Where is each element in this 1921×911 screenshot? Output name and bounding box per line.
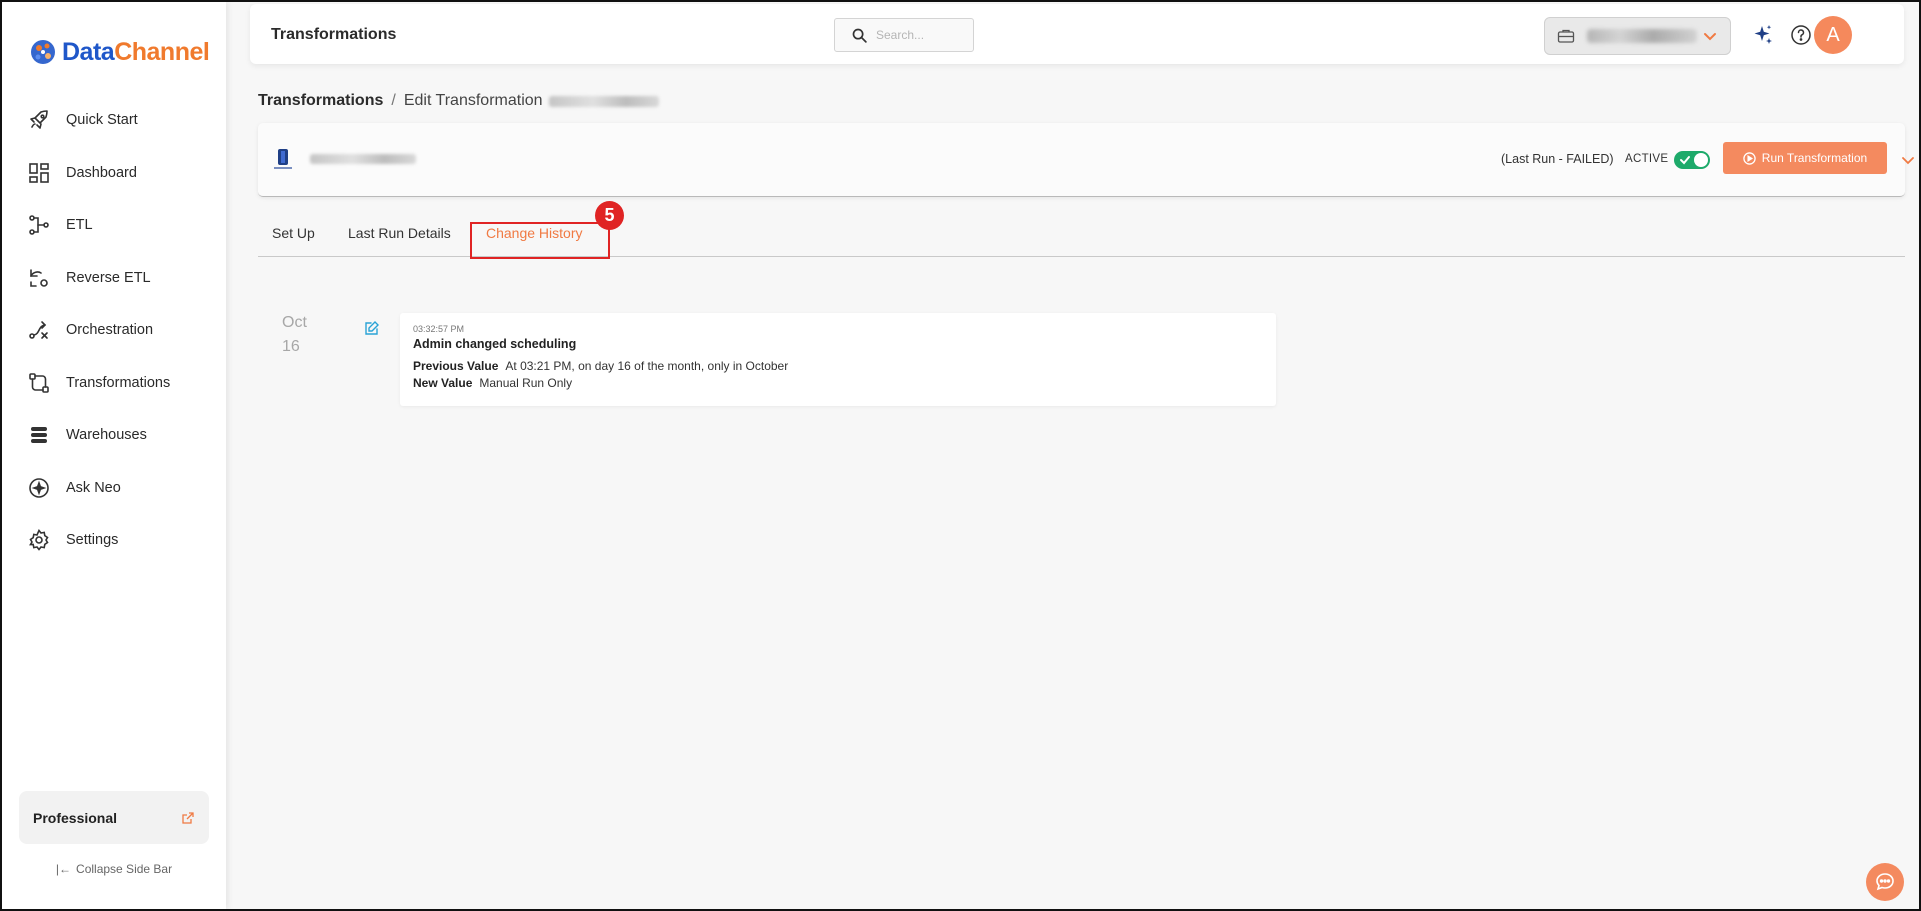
- breadcrumb: Transformations / Edit Transformation: [258, 92, 659, 110]
- previous-value-row: Previous Value At 03:21 PM, on day 16 of …: [413, 359, 788, 373]
- history-time: 03:32:57 PM: [413, 324, 465, 334]
- history-title: Admin changed scheduling: [413, 337, 577, 351]
- sidebar: DataChannel Quick Start Dashboard ETL Re…: [2, 2, 226, 909]
- sidebar-item-label: Orchestration: [66, 322, 154, 339]
- history-date: Oct 16: [282, 311, 307, 359]
- new-value-label: New Value: [413, 376, 473, 390]
- brand-name-part1: Data: [62, 37, 115, 66]
- run-transformation-button[interactable]: Run Transformation: [1723, 142, 1887, 174]
- active-label: ACTIVE: [1625, 153, 1669, 165]
- check-icon: [1680, 156, 1690, 165]
- sidebar-item-warehouses[interactable]: Warehouses: [2, 409, 226, 462]
- top-bar: Transformations A: [250, 4, 1904, 64]
- plan-name: Professional: [33, 809, 118, 826]
- sidebar-item-label: Quick Start: [66, 112, 138, 129]
- breadcrumb-current: Edit Transformation: [403, 92, 543, 109]
- sidebar-item-label: ETL: [66, 217, 93, 234]
- search-box[interactable]: [834, 18, 974, 52]
- workspace-selector[interactable]: [1544, 17, 1731, 55]
- history-month: Oct: [282, 314, 307, 331]
- datachannel-logo[interactable]: DataChannel: [28, 32, 210, 72]
- collapse-label: Collapse Side Bar: [76, 862, 173, 876]
- play-circle-icon: [1743, 151, 1756, 165]
- workspace-name-redacted: [1587, 29, 1697, 43]
- warehouses-icon: [31, 427, 47, 444]
- sidebar-item-reverse-etl[interactable]: Reverse ETL: [2, 252, 226, 305]
- chevron-down-icon[interactable]: [1901, 153, 1915, 167]
- ask-neo-icon: [29, 477, 49, 498]
- sidebar-item-label: Transformations: [66, 374, 171, 391]
- breadcrumb-separator: /: [391, 92, 396, 109]
- sidebar-item-orchestration[interactable]: Orchestration: [2, 304, 226, 357]
- sidebar-item-transformations[interactable]: Transformations: [2, 357, 226, 410]
- tab-setup[interactable]: Set Up: [272, 225, 315, 241]
- sidebar-item-label: Ask Neo: [66, 479, 121, 496]
- datachannel-logo-icon: [31, 40, 55, 64]
- edit-icon: [365, 321, 379, 335]
- run-button-label: Run Transformation: [1761, 151, 1868, 165]
- last-run-status: (Last Run - FAILED): [1501, 152, 1614, 166]
- step-badge: 5: [595, 201, 624, 230]
- sidebar-item-label: Warehouses: [66, 427, 147, 444]
- new-value: Manual Run Only: [479, 376, 573, 390]
- gear-icon: [29, 529, 49, 552]
- chat-icon: [1876, 873, 1894, 891]
- etl-icon: [29, 215, 49, 236]
- chevron-down-icon: [1704, 33, 1716, 41]
- breadcrumb-root[interactable]: Transformations: [258, 92, 383, 110]
- sparkle-ai-icon[interactable]: [1752, 24, 1774, 46]
- external-link-icon[interactable]: [181, 811, 195, 825]
- previous-value-label: Previous Value: [413, 359, 499, 373]
- avatar[interactable]: A: [1814, 16, 1852, 54]
- sidebar-item-label: Dashboard: [66, 164, 137, 181]
- previous-value: At 03:21 PM, on day 16 of the month, onl…: [505, 359, 789, 373]
- chat-support-button[interactable]: [1866, 863, 1904, 901]
- briefcase-icon: [1557, 29, 1575, 43]
- transformations-icon: [29, 372, 49, 393]
- connector-logo-icon: [274, 149, 292, 169]
- sidebar-item-label: Reverse ETL: [66, 269, 151, 286]
- sidebar-item-settings[interactable]: Settings: [2, 514, 226, 567]
- brand-name-part2: Channel: [114, 37, 210, 66]
- collapse-arrow-icon: |←: [55, 862, 72, 876]
- sidebar-item-label: Settings: [66, 532, 119, 549]
- history-entry: 03:32:57 PM Admin changed scheduling Pre…: [400, 313, 1276, 406]
- transformation-name-redacted: [548, 95, 659, 107]
- change-history-highlight: [470, 222, 610, 259]
- tab-last-run-details[interactable]: Last Run Details: [348, 225, 451, 241]
- help-icon[interactable]: [1790, 24, 1812, 46]
- sidebar-item-dashboard[interactable]: Dashboard: [2, 147, 226, 200]
- page-title: Transformations: [271, 26, 397, 43]
- sidebar-item-quick-start[interactable]: Quick Start: [2, 94, 226, 147]
- dashboard-icon: [29, 162, 49, 183]
- search-input[interactable]: [876, 28, 966, 42]
- main-content: Transformations A Transformations / Edit…: [226, 2, 1919, 909]
- history-day: 16: [282, 338, 300, 355]
- new-value-row: New Value Manual Run Only: [413, 376, 572, 390]
- connector-name-redacted: [310, 154, 416, 164]
- rocket-icon: [30, 110, 48, 130]
- toggle-knob: [1694, 153, 1708, 167]
- orchestration-icon: [29, 321, 48, 340]
- transformation-header-card: (Last Run - FAILED) ACTIVE Run Transform…: [258, 123, 1914, 197]
- sidebar-item-etl[interactable]: ETL: [2, 199, 226, 252]
- sidebar-item-ask-neo[interactable]: Ask Neo: [2, 462, 226, 515]
- collapse-sidebar-button[interactable]: |← Collapse Side Bar: [2, 862, 226, 876]
- active-toggle[interactable]: [1674, 151, 1710, 169]
- reverse-etl-icon: [30, 268, 48, 287]
- plan-card[interactable]: Professional: [19, 791, 209, 844]
- sidebar-nav: Quick Start Dashboard ETL Reverse ETL Or…: [2, 94, 226, 567]
- search-icon: [852, 28, 867, 43]
